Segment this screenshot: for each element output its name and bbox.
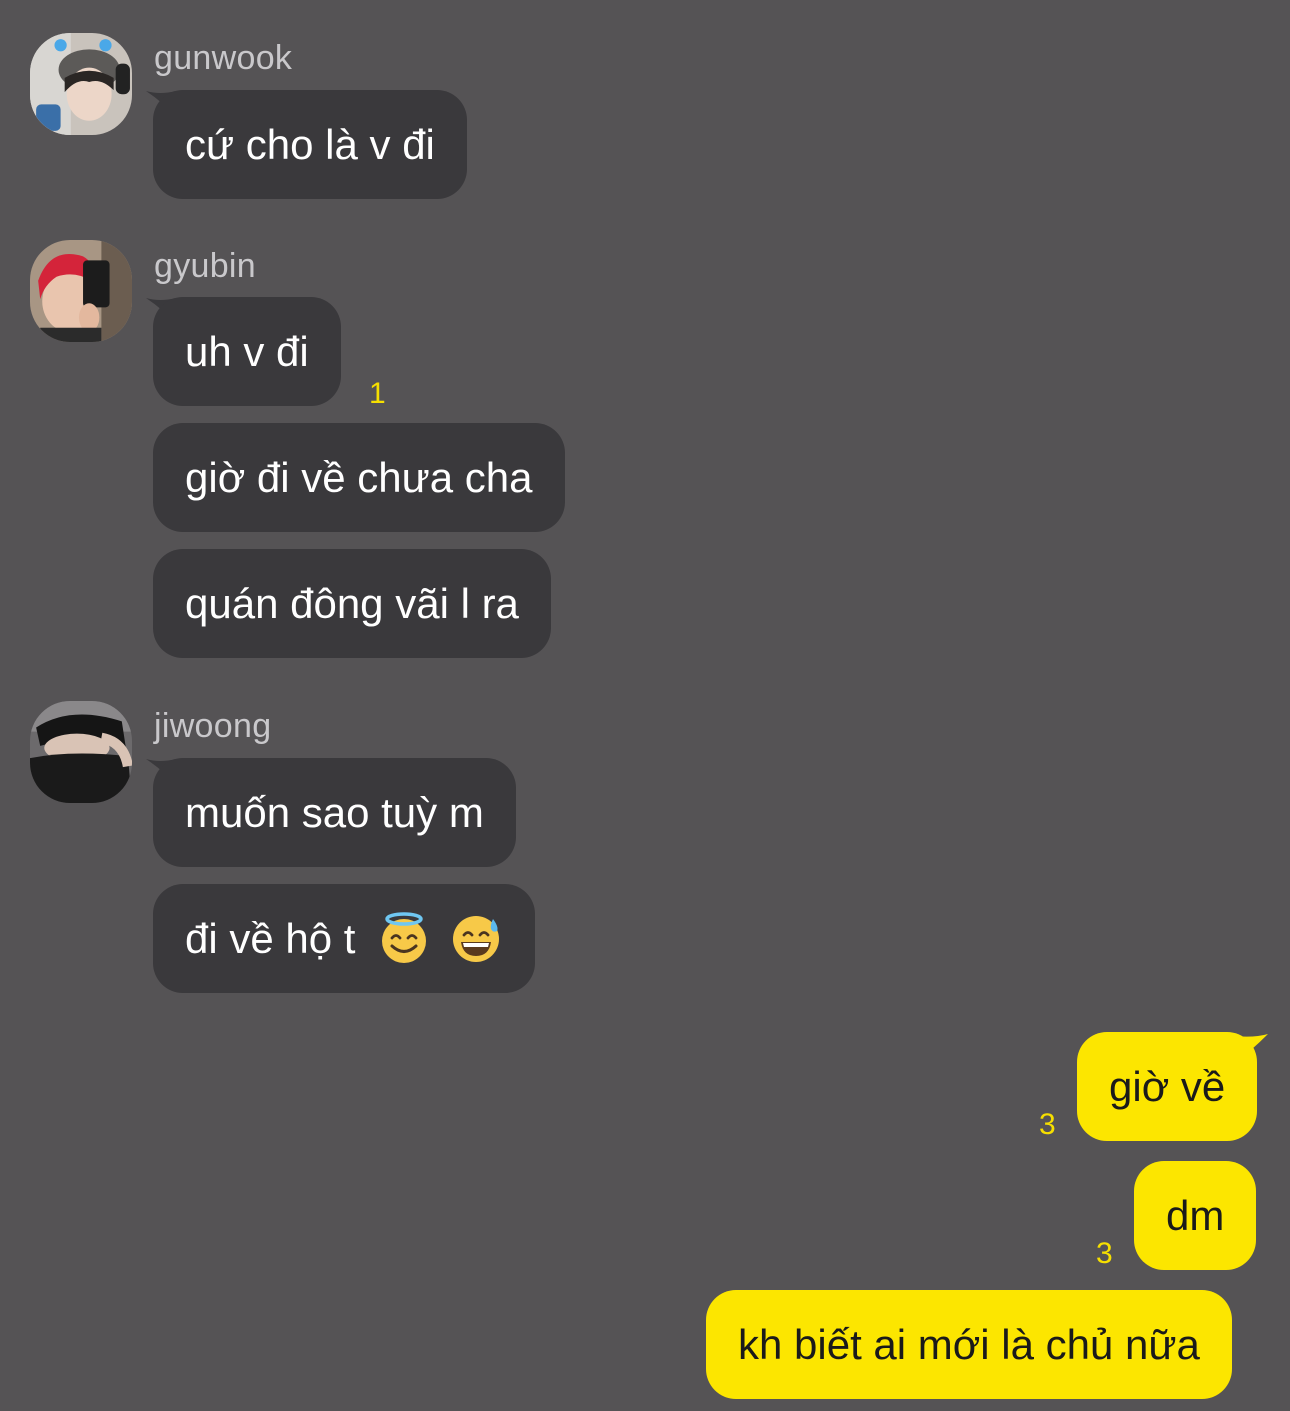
sender-name: gunwook <box>154 39 293 77</box>
sender-name: gyubin <box>154 247 256 285</box>
message-bubble[interactable]: giờ đi về chưa cha <box>153 423 565 532</box>
message-bubble[interactable]: uh v đi <box>153 297 341 406</box>
avatar-gyubin[interactable] <box>30 240 132 342</box>
message-bubble[interactable]: kh biết ai mới là chủ nữa <box>706 1290 1232 1399</box>
sender-name: jiwoong <box>154 707 272 745</box>
avatar-jiwoong[interactable] <box>30 701 132 803</box>
message-bubble[interactable]: giờ về <box>1077 1032 1258 1141</box>
message-bubble[interactable]: quán đông vãi l ra <box>153 549 551 658</box>
message-bubble[interactable]: muốn sao tuỳ m <box>153 758 516 867</box>
avatar-gunwook[interactable] <box>30 33 132 135</box>
message-text: đi về hộ t <box>185 915 356 962</box>
message-bubble[interactable]: dm <box>1134 1161 1257 1270</box>
avatar-icon <box>30 33 132 135</box>
unread-count: 3 <box>1039 1108 1056 1141</box>
smiling-face-with-halo-icon <box>382 912 427 963</box>
avatar-icon <box>30 240 132 342</box>
unread-count: 1 <box>369 377 386 410</box>
avatar-icon <box>30 701 132 803</box>
message-bubble[interactable]: cứ cho là v đi <box>153 90 467 199</box>
message-bubble[interactable]: đi về hộ t <box>153 884 535 993</box>
unread-count: 3 <box>1096 1237 1113 1270</box>
grinning-face-with-sweat-icon <box>452 915 499 962</box>
